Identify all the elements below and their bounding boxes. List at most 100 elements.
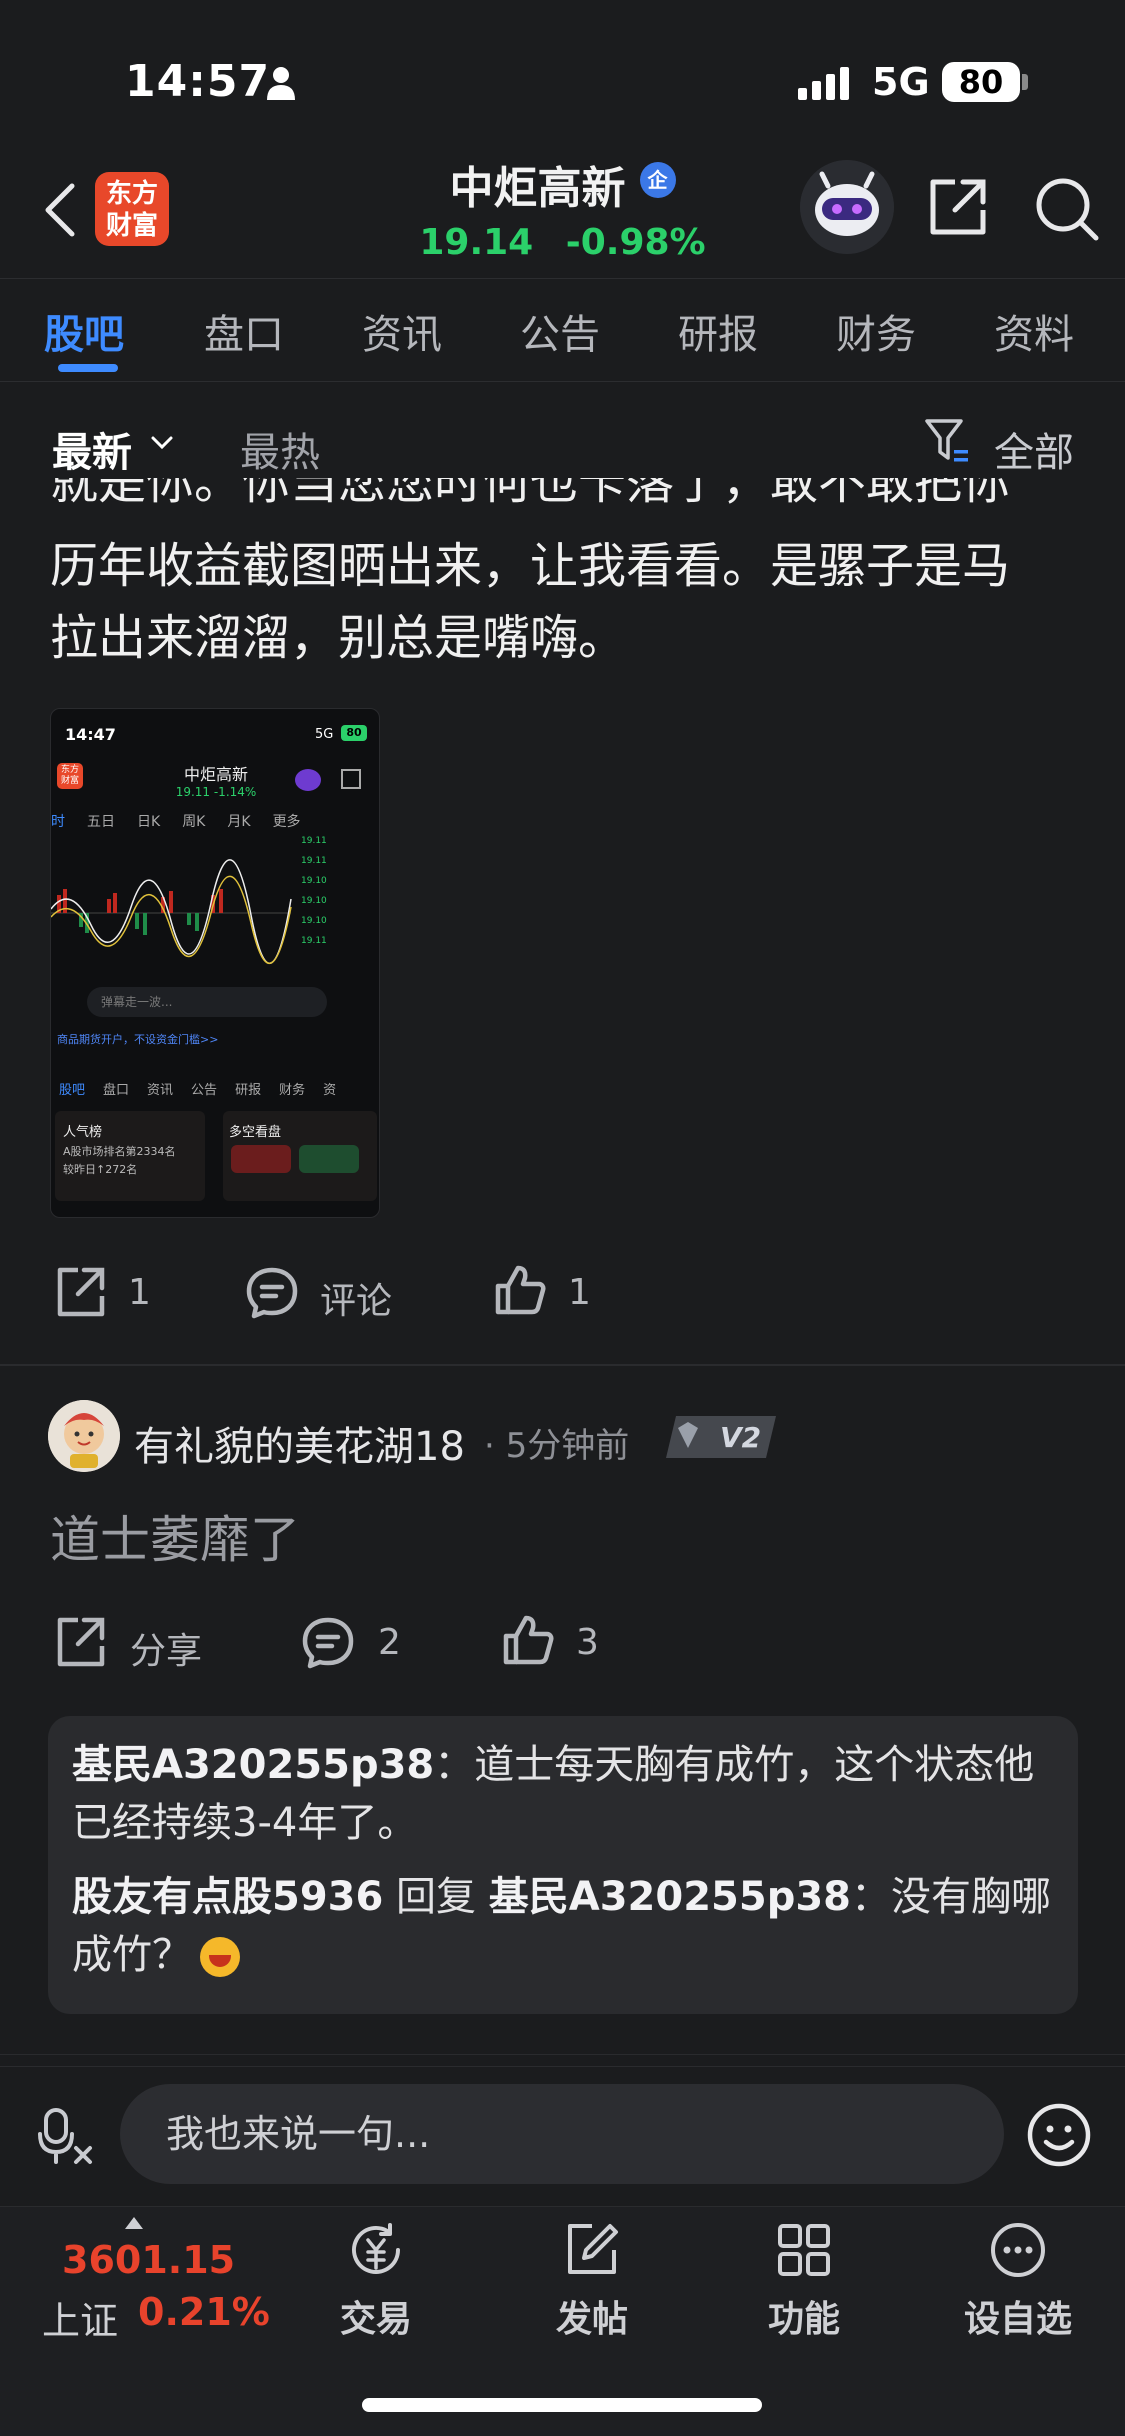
image-banner: 商品期货开户，不设资金门槛>> xyxy=(57,1033,219,1046)
like-icon[interactable] xyxy=(492,1262,548,1318)
tab-finance[interactable]: 财务 xyxy=(836,302,916,360)
image-tab: 更多 xyxy=(272,814,301,830)
image-tick: 19.11 xyxy=(301,936,327,946)
image-nav-item: 资 xyxy=(323,1083,337,1098)
image-tab: 日K xyxy=(137,814,161,830)
emoji-icon[interactable] xyxy=(1026,2102,1092,2168)
post-share-count[interactable]: 1 xyxy=(128,1272,151,1313)
reply-target[interactable]: 基民A320255p38 xyxy=(489,1874,851,1920)
reply-text: 道士每天胸有成竹，这个状态他 xyxy=(474,1742,1035,1788)
reply-user[interactable]: 基民A320255p38 xyxy=(72,1742,434,1788)
post-line-1: 历年收益截图晒出来，让我看看。是骡子是马 xyxy=(50,538,1011,594)
active-tab-indicator xyxy=(58,364,118,372)
trade-icon[interactable] xyxy=(346,2220,406,2280)
tab-research[interactable]: 研报 xyxy=(678,302,758,360)
image-nav-item: 股吧 xyxy=(59,1083,86,1098)
image-status-time: 14:47 xyxy=(65,725,116,744)
image-nav-item: 盘口 xyxy=(103,1083,130,1098)
post-image[interactable]: 14:47 5G 80 东方财富 中炬高新 19.11 -1.14% 时五日 日K… xyxy=(50,708,380,1218)
reply-item[interactable]: 股友有点股5936 回复 基民A320255p38：没有胸哪 成竹？ xyxy=(72,1868,1062,1984)
reply-sep: ： xyxy=(434,1742,475,1788)
comment-like-count[interactable]: 3 xyxy=(576,1622,599,1663)
image-tick: 19.11 xyxy=(301,856,327,866)
nav-post[interactable]: 发帖 xyxy=(522,2290,662,2342)
stock-name: 中炬高新 xyxy=(449,163,626,214)
level-badge-icon: V2 xyxy=(666,1416,776,1458)
comment-username[interactable]: 有礼貌的美花湖18 xyxy=(134,1414,465,1472)
tab-profile[interactable]: 资料 xyxy=(994,302,1074,360)
image-tab: 五日 xyxy=(87,814,115,830)
comment-icon[interactable] xyxy=(244,1264,300,1320)
tab-guba[interactable]: 股吧 xyxy=(44,302,124,360)
nav-functions[interactable]: 功能 xyxy=(734,2290,874,2342)
share-icon[interactable] xyxy=(52,1614,108,1670)
signal-icon xyxy=(798,67,849,100)
laughing-emoji-icon xyxy=(200,1937,240,1977)
post-like-count[interactable]: 1 xyxy=(568,1272,591,1313)
reply-mid: 回复 xyxy=(383,1874,489,1920)
like-icon[interactable] xyxy=(500,1612,556,1668)
post-body[interactable]: 历年收益截图晒出来，让我看看。是骡子是马 拉出来溜溜，别总是嘴嗨。 xyxy=(50,530,1090,674)
robot-assistant-icon[interactable] xyxy=(800,160,894,254)
post-comment-label[interactable]: 评论 xyxy=(320,1272,392,1324)
tab-pankou[interactable]: 盘口 xyxy=(204,302,284,360)
more-icon[interactable] xyxy=(988,2220,1048,2280)
home-indicator[interactable] xyxy=(362,2398,762,2412)
sort-hot[interactable]: 最热 xyxy=(240,420,320,478)
grid-icon[interactable] xyxy=(774,2220,834,2280)
image-tick: 19.10 xyxy=(301,876,327,886)
comment-reply-count[interactable]: 2 xyxy=(378,1622,401,1663)
share-icon[interactable] xyxy=(52,1264,108,1320)
comment-share-label[interactable]: 分享 xyxy=(130,1622,202,1674)
sort-latest[interactable]: 最新 xyxy=(52,420,132,478)
reply-sep: ： xyxy=(851,1874,892,1920)
image-popularity-rank: A股市场排名第2334名 xyxy=(63,1145,176,1158)
tab-announcements[interactable]: 公告 xyxy=(520,302,600,360)
filter-all[interactable]: 全部 xyxy=(994,420,1074,478)
comment-input[interactable]: 我也来说一句... xyxy=(120,2084,1004,2184)
post-icon[interactable] xyxy=(562,2220,622,2280)
reply-text: 已经持续3-4年了。 xyxy=(72,1800,418,1846)
battery-level: 80 xyxy=(942,62,1020,102)
image-network: 5G xyxy=(315,727,334,742)
divider xyxy=(0,1364,1125,1366)
caret-up-icon xyxy=(125,2217,143,2229)
image-tick: 19.10 xyxy=(301,896,327,906)
reply-text: 成竹？ xyxy=(72,1932,192,1978)
network-label: 5G xyxy=(872,60,930,104)
battery-cap xyxy=(1022,74,1028,90)
image-tick: 19.11 xyxy=(301,836,327,846)
image-bear-pill xyxy=(299,1145,359,1173)
image-nav-item: 财务 xyxy=(279,1083,306,1098)
filter-icon[interactable] xyxy=(924,416,970,466)
post-text-cut-line: 就是你。你当您您时何也卡落了，敢不敢把你 xyxy=(50,478,1090,514)
share-icon[interactable] xyxy=(925,174,991,240)
image-comment-box: 弹幕走一波... xyxy=(87,987,327,1017)
image-battery: 80 xyxy=(341,725,367,741)
reply-item[interactable]: 基民A320255p38：道士每天胸有成竹，这个状态他 已经持续3-4年了。 xyxy=(72,1736,1062,1852)
avatar[interactable] xyxy=(48,1400,120,1472)
nav-trade[interactable]: 交易 xyxy=(306,2290,446,2342)
image-nav-item: 公告 xyxy=(191,1083,218,1098)
search-icon[interactable] xyxy=(1032,174,1102,244)
post-cut-text: 就是你。你当您您时何也卡落了，敢不敢把你 xyxy=(50,478,1011,510)
image-tick: 19.10 xyxy=(301,916,327,926)
comment-body[interactable]: 道士萎靡了 xyxy=(50,1500,300,1572)
image-tab: 时 xyxy=(51,814,65,830)
tab-news[interactable]: 资讯 xyxy=(362,302,442,360)
reply-user[interactable]: 股友有点股5936 xyxy=(72,1874,383,1920)
index-value[interactable]: 3601.15 xyxy=(62,2238,235,2282)
index-change[interactable]: 0.21% xyxy=(138,2290,270,2334)
image-popularity-change: 较昨日↑272名 xyxy=(63,1163,138,1176)
person-icon xyxy=(267,67,295,100)
index-name[interactable]: 上证 xyxy=(42,2290,118,2345)
image-robot-icon xyxy=(295,769,321,791)
verified-icon: 企 xyxy=(639,162,676,198)
image-price: 19.11 -1.14% xyxy=(175,785,257,799)
nav-watchlist[interactable]: 设自选 xyxy=(948,2290,1088,2342)
comment-icon[interactable] xyxy=(300,1614,356,1670)
image-bull-pill xyxy=(231,1145,291,1173)
image-title: 中炬高新 xyxy=(183,765,248,784)
chevron-down-icon[interactable] xyxy=(150,434,174,452)
voice-input-icon[interactable] xyxy=(36,2106,96,2166)
